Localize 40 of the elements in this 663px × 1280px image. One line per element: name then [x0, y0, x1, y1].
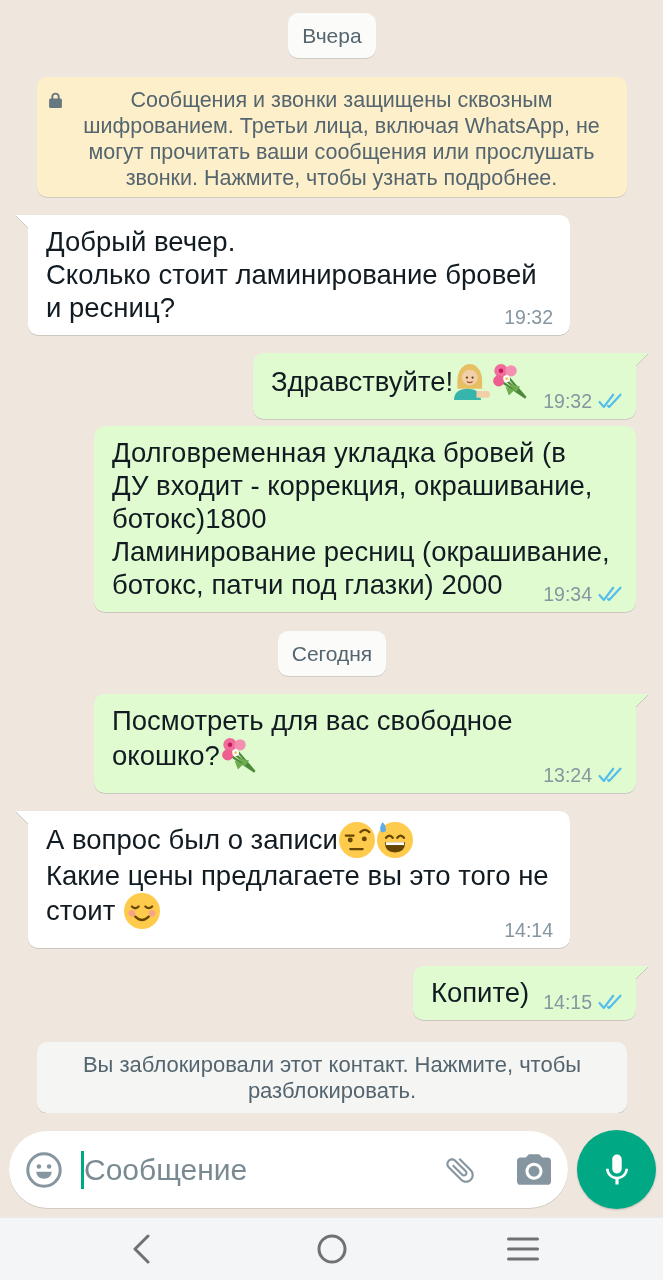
message-text: Посмотреть для вас свободное — [112, 705, 513, 736]
message-text: ДУ входит - коррекция, окрашивание, — [112, 470, 593, 501]
message-text: Здравствуйте! — [270, 366, 454, 397]
flower-bouquet-icon — [220, 738, 257, 774]
message-text: стоит — [46, 895, 117, 926]
message-text: ботокс, патчи под глазки) 2000 — [112, 569, 503, 600]
message-text: окошко? — [112, 740, 220, 771]
message-field[interactable]: Сообщение — [9, 1131, 568, 1208]
encryption-notice-text: Сообщения и звонки защищены сквозным шифрованием. Третьи лица, включая WhatsApp, не могут прочитать ваши сообщения или прослушать звонки. Нажмите, чтобы узнать подробнее. — [82, 87, 601, 191]
date-separator: Вчера — [288, 13, 376, 58]
menu-icon[interactable] — [506, 1237, 539, 1261]
blocked-contact-notice[interactable]: Вы заблокировали этот контакт. Нажмите, чтобы разблокировать. — [37, 1042, 627, 1113]
message-time: 19:32 — [504, 306, 553, 328]
flower-bouquet-icon — [492, 364, 529, 400]
date-separator: Сегодня — [277, 631, 387, 676]
smiling-face-icon — [123, 893, 160, 929]
message-text: и ресниц? — [46, 292, 175, 323]
message-text: Долговременная укладка бровей (в — [112, 437, 566, 468]
message-text: ботокс)1800 — [112, 503, 267, 534]
message-time: 19:32 — [543, 390, 592, 412]
message-time: 13:24 — [543, 764, 592, 786]
message-input[interactable]: Сообщение — [84, 1152, 443, 1187]
sweat-smile-face-icon — [376, 822, 413, 858]
message-text: Сколько стоит ламинирование бровей — [46, 259, 537, 290]
emoji-icon[interactable] — [26, 1151, 62, 1188]
message-text: Ламинирование ресниц (окрашивание, — [112, 536, 610, 567]
microphone-icon — [605, 1154, 628, 1185]
message-text: Какие цены предлагаете вы это того не — [46, 860, 549, 891]
message-time: 14:15 — [543, 991, 592, 1013]
message-text: Копите) — [430, 977, 530, 1008]
message-time: 14:14 — [504, 919, 553, 941]
home-icon[interactable] — [316, 1234, 347, 1264]
encryption-notice[interactable]: Сообщения и звонки защищены сквозным шифрованием. Третьи лица, включая WhatsApp, не могут прочитать ваши сообщения или прослушать звонки. Нажмите, чтобы узнать подробнее. — [37, 77, 627, 197]
lock-icon — [49, 92, 62, 108]
message-text: А вопрос был о записи — [46, 824, 338, 855]
camera-icon[interactable] — [517, 1154, 551, 1185]
message-time: 19:34 — [543, 583, 592, 605]
raised-eyebrow-face-icon — [338, 822, 375, 858]
woman-emoji-icon — [454, 364, 491, 400]
message-text: Добрый вечер. — [46, 226, 236, 257]
